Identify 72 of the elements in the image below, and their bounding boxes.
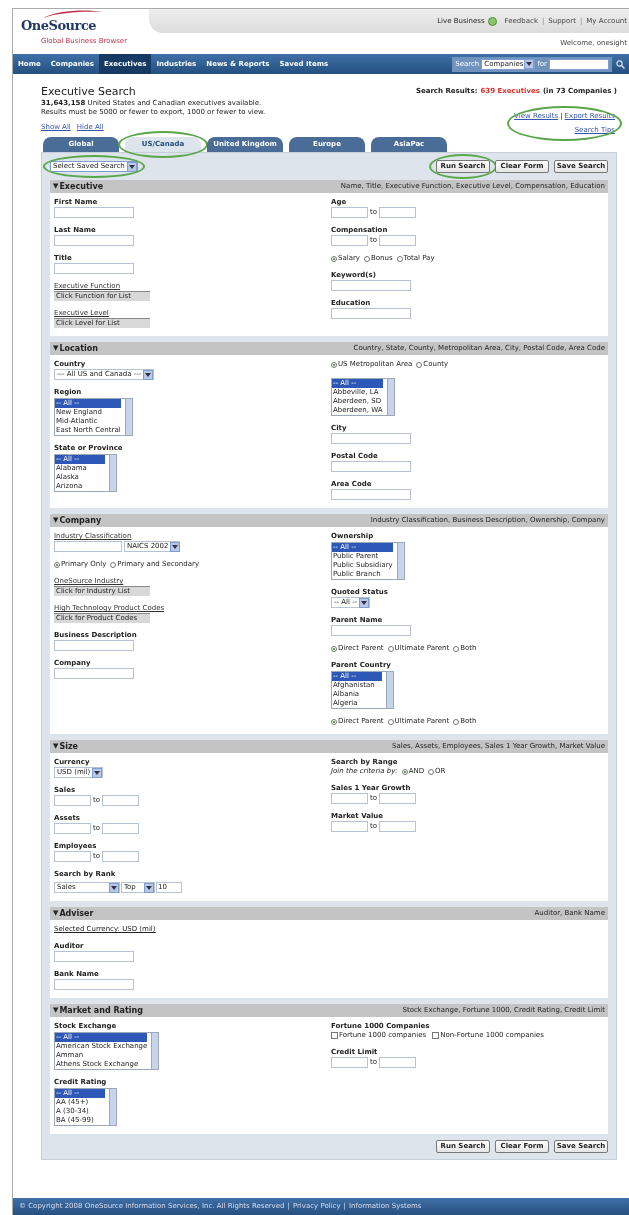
input-field[interactable]	[331, 207, 368, 218]
radio-button[interactable]	[396, 255, 403, 262]
input-field[interactable]	[54, 795, 91, 806]
logo-text: OneSource	[21, 18, 98, 34]
dropdown-arrow-icon	[170, 541, 181, 552]
input-field[interactable]	[54, 640, 134, 651]
input-field[interactable]	[331, 433, 411, 444]
scrollbar[interactable]	[109, 1089, 116, 1125]
scrollbar[interactable]	[386, 672, 393, 708]
dropdown-arrow-icon	[143, 369, 154, 380]
radio-button[interactable]	[401, 768, 408, 775]
input-field[interactable]	[331, 308, 411, 319]
radio-button[interactable]	[331, 718, 337, 725]
checkbox[interactable]	[331, 1032, 338, 1039]
input-field[interactable]	[331, 235, 368, 246]
radio-button[interactable]	[331, 255, 337, 262]
input-field[interactable]	[379, 821, 417, 832]
radio-button[interactable]	[364, 255, 370, 262]
scrollbar[interactable]	[151, 1033, 159, 1069]
search-icon[interactable]	[616, 59, 625, 69]
input-field[interactable]	[379, 793, 417, 804]
scrollbar[interactable]	[386, 379, 394, 415]
radio-button[interactable]	[416, 361, 423, 368]
input-field[interactable]	[102, 795, 140, 806]
input-field[interactable]	[331, 821, 368, 832]
radio-button[interactable]	[428, 768, 435, 775]
input-field[interactable]	[331, 793, 368, 804]
search-field[interactable]	[549, 58, 609, 70]
radio-button[interactable]	[331, 361, 337, 368]
input-field[interactable]	[54, 951, 134, 962]
radio-button[interactable]	[453, 718, 460, 725]
input-field[interactable]	[102, 823, 140, 834]
section-title: Location	[59, 344, 98, 353]
input-field[interactable]	[331, 625, 411, 636]
input-field[interactable]	[331, 1057, 368, 1068]
input-field[interactable]	[54, 823, 91, 834]
radio-button[interactable]	[387, 645, 394, 652]
section-title: Executive	[59, 182, 104, 191]
input-field[interactable]	[54, 668, 134, 679]
scrollbar[interactable]	[109, 455, 116, 491]
scrollbar[interactable]	[124, 399, 132, 435]
input-field[interactable]	[54, 235, 134, 246]
input-field[interactable]	[54, 851, 91, 862]
section-title: Company	[59, 516, 102, 525]
section-title: Market and Rating	[59, 1006, 143, 1015]
section-title: Size	[59, 742, 78, 751]
dropdown-arrow-icon	[524, 59, 535, 69]
dropdown-arrow-icon	[144, 882, 154, 893]
input-field[interactable]	[379, 207, 417, 218]
input-field[interactable]	[379, 235, 417, 246]
input-field[interactable]	[331, 280, 411, 291]
input-field[interactable]	[54, 979, 134, 990]
input-field[interactable]	[54, 207, 134, 218]
checkbox[interactable]	[432, 1032, 440, 1039]
page-title: Executive Search	[41, 85, 137, 98]
radio-button[interactable]	[110, 561, 117, 568]
scrollbar[interactable]	[396, 543, 404, 579]
radio-button[interactable]	[54, 561, 60, 568]
dropdown-arrow-icon	[109, 882, 119, 893]
input-field[interactable]	[54, 263, 134, 274]
radio-button[interactable]	[387, 718, 394, 725]
dropdown-arrow-icon	[359, 597, 370, 608]
section-title: Adviser	[59, 909, 94, 918]
dropdown-arrow-icon	[92, 767, 103, 778]
input-field[interactable]	[379, 1057, 417, 1068]
dropdown-arrow-icon	[126, 161, 137, 172]
radio-button[interactable]	[331, 645, 337, 652]
input-field[interactable]	[54, 541, 122, 552]
input-field[interactable]	[102, 851, 140, 862]
input-field[interactable]	[331, 489, 411, 500]
input-field[interactable]	[331, 461, 411, 472]
radio-button[interactable]	[453, 645, 460, 652]
